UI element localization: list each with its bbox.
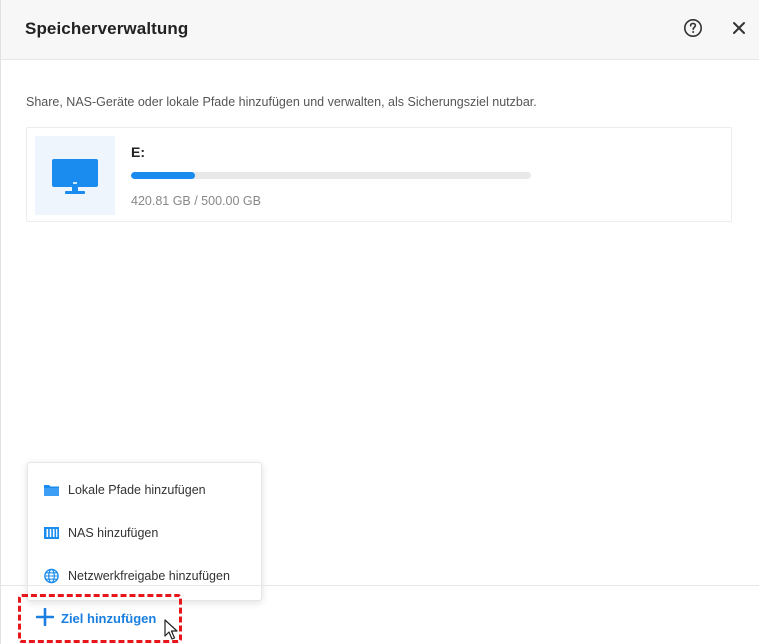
drive-usage-bar xyxy=(131,172,531,179)
add-target-menu: Lokale Pfade hinzufügen NAS hinzufügen N… xyxy=(27,462,262,601)
mouse-cursor-icon xyxy=(164,619,178,640)
drive-name: E: xyxy=(131,144,145,160)
drive-card[interactable]: E: 420.81 GB / 500.00 GB xyxy=(26,127,732,222)
dialog-description: Share, NAS-Geräte oder lokale Pfade hinz… xyxy=(26,95,537,109)
storage-management-dialog: Speicherverwaltung Share, NAS-Geräte ode… xyxy=(0,0,759,644)
globe-icon xyxy=(44,568,59,584)
dialog-header: Speicherverwaltung xyxy=(1,0,759,60)
nas-icon xyxy=(44,527,59,539)
footer-divider xyxy=(1,585,759,586)
menu-item-label: NAS hinzufügen xyxy=(68,526,159,540)
drive-usage-fill xyxy=(131,172,195,179)
help-icon xyxy=(684,19,702,37)
menu-item-network-share[interactable]: Netzwerkfreigabe hinzufügen xyxy=(28,561,261,591)
close-icon xyxy=(733,22,745,34)
help-button[interactable] xyxy=(683,18,703,38)
add-target-button[interactable]: Ziel hinzufügen xyxy=(18,594,182,643)
menu-item-nas[interactable]: NAS hinzufügen xyxy=(28,518,261,548)
menu-item-local-paths[interactable]: Lokale Pfade hinzufügen xyxy=(28,475,261,505)
drive-icon-box xyxy=(35,136,115,215)
menu-item-label: Netzwerkfreigabe hinzufügen xyxy=(68,569,230,583)
monitor-icon xyxy=(52,159,98,194)
folder-icon xyxy=(44,485,59,496)
drive-size: 420.81 GB / 500.00 GB xyxy=(131,194,261,208)
close-button[interactable] xyxy=(729,18,749,38)
dialog-title: Speicherverwaltung xyxy=(25,19,189,38)
menu-item-label: Lokale Pfade hinzufügen xyxy=(68,483,206,497)
plus-icon xyxy=(36,608,54,626)
add-target-label: Ziel hinzufügen xyxy=(61,611,157,626)
